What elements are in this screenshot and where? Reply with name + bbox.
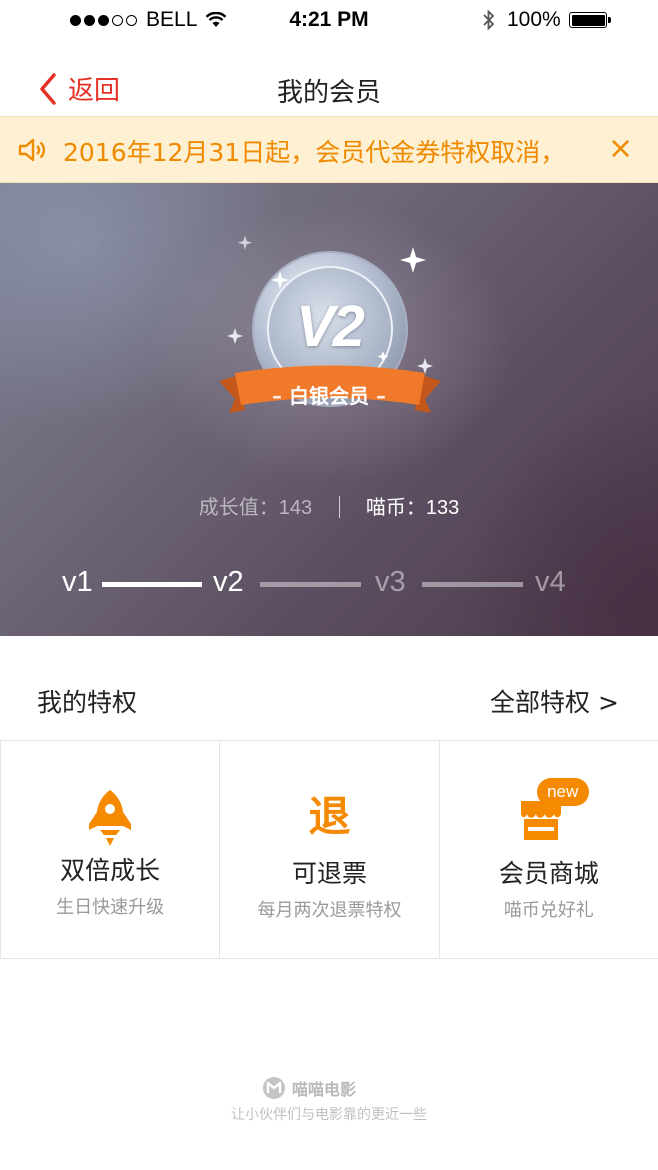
privilege-shop[interactable]: new 会员商城 喵币兑好礼 [440, 741, 658, 958]
privilege-name: 双倍成长 [60, 856, 161, 885]
level-name: – 白银会员 – [272, 384, 386, 408]
progress-bar-3 [422, 582, 523, 587]
privilege-name: 会员商城 [498, 859, 599, 888]
speaker-icon [18, 138, 46, 162]
coin-value: 133 [425, 497, 460, 519]
bluetooth-icon [483, 9, 495, 31]
close-icon[interactable]: × [608, 131, 633, 166]
membership-hero: V2 – 白银会员 – 成长值：143 喵币：133 v1 v2 v3 v4 [0, 183, 658, 636]
privilege-double-growth[interactable]: 双倍成长 生日快速升级 [0, 741, 221, 958]
status-bar: BELL 4:21 PM 100% [0, 0, 658, 40]
page-title: 我的会员 [276, 78, 381, 108]
battery-icon [569, 12, 607, 28]
member-stats: 成长值：143 喵币：133 [0, 491, 658, 520]
level-v1: v1 [62, 566, 93, 598]
refund-icon: 退 [308, 792, 351, 841]
growth-value: 143 [278, 497, 313, 519]
battery-tip [608, 17, 611, 23]
level-v3: v3 [375, 566, 406, 598]
level-v2: v2 [213, 566, 244, 598]
privilege-desc: 喵币兑好礼 [503, 900, 594, 921]
progress-bar-1 [102, 582, 202, 587]
notice-banner[interactable]: 2016年12月31日起，会员代金券特权取消， × [0, 116, 658, 183]
notice-text: 2016年12月31日起，会员代金券特权取消， [63, 138, 566, 167]
footer-slogan: 让小伙伴们与电影靠的更近一些 [231, 1107, 427, 1123]
battery-percent: 100% [507, 8, 561, 31]
stat-divider [338, 496, 340, 518]
privilege-name: 可退票 [291, 859, 367, 888]
coin-label: 喵币： [365, 495, 426, 519]
cat-logo-icon [263, 1077, 285, 1099]
rocket-icon [89, 790, 132, 846]
footer-logo: 喵喵电影 [262, 1076, 356, 1100]
nav-bar: 返回 我的会员 [0, 60, 658, 116]
privileges-grid: 双倍成长 生日快速升级 退 可退票 每月两次退票特权 new 会员商城 喵币兑好… [0, 740, 658, 959]
level-badge: V2 [296, 294, 365, 359]
growth-label: 成长值： [198, 495, 279, 519]
all-privileges-link[interactable]: 全部特权 > [490, 683, 619, 719]
level-v4: v4 [535, 566, 566, 598]
privilege-desc: 每月两次退票特权 [257, 900, 402, 921]
new-badge: new [536, 778, 589, 806]
privileges-title: 我的特权 [37, 688, 138, 717]
privilege-desc: 生日快速升级 [56, 897, 165, 918]
footer-brand: 喵喵电影 [292, 1080, 357, 1099]
progress-bar-2 [260, 582, 361, 587]
privilege-refund[interactable]: 退 可退票 每月两次退票特权 [220, 741, 440, 958]
